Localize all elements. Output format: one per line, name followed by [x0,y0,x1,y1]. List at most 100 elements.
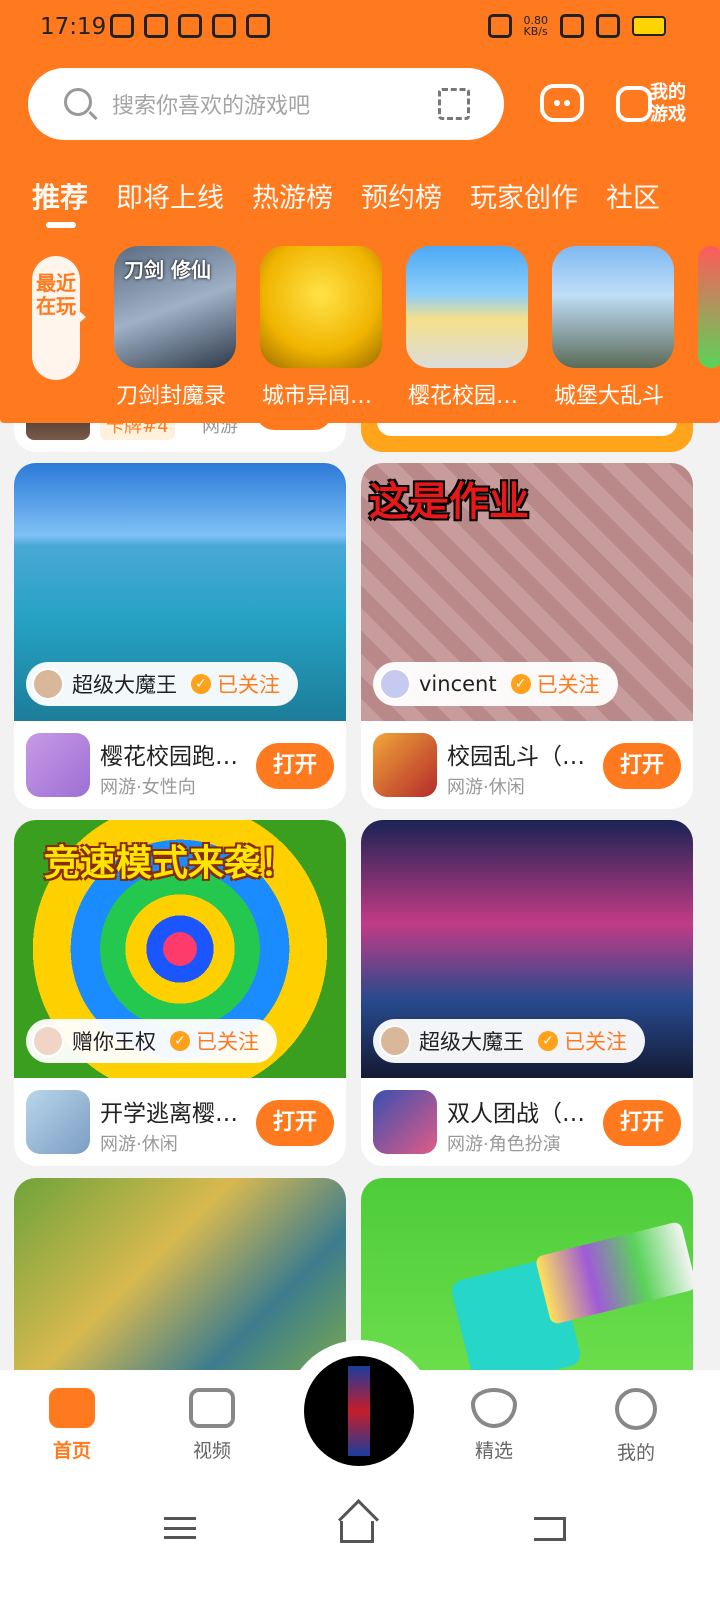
search-placeholder: 搜索你喜欢的游戏吧 [112,94,311,119]
avatar [379,1025,411,1057]
recently-played-list: 刀剑 修仙 刀剑封魔录 城市异闻… 樱花校园… 城堡大乱斗 [114,246,720,410]
heart-icon [471,1388,517,1428]
game-thumbnail [552,246,674,368]
game-tags: 网游·休闲 [100,1134,178,1155]
menu-icon[interactable] [164,1517,196,1539]
recent-game-name: 刀剑封魔录 [116,384,227,409]
recent-game-name: 城堡大乱斗 [554,384,665,409]
recent-game[interactable]: 樱花校园… [406,246,552,410]
system-nav-bar [0,1495,720,1565]
status-notification-icons [110,14,270,38]
game-info: 樱花校园跑… 网游·女性向 打开 [14,721,346,809]
recent-game[interactable]: 城堡大乱斗 [552,246,698,410]
game-name: 双人团战（… [447,1101,585,1127]
thumbnail-text: 刀剑 修仙 [124,258,211,282]
nav-video-label: 视频 [192,1440,231,1462]
nav-video[interactable]: 视频 [162,1388,262,1463]
tab-upcoming[interactable]: 即将上线 [116,176,224,216]
music-icon [246,14,270,38]
nav-profile[interactable]: 我的 [586,1388,686,1465]
character-figure [348,1366,370,1456]
video-card[interactable]: 这是作业 vincent ✓ 已关注 校园乱斗（… 网游·休闲 打开 [361,463,693,809]
game-thumbnail [406,246,528,368]
game-icon [26,1090,90,1154]
recent-game[interactable]: 城市异闻… [260,246,406,410]
uploader-name: vincent [419,672,497,696]
category-tabs: 推荐 即将上线 热游榜 预约榜 玩家创作 社区 [32,176,688,216]
search-icon [64,88,92,116]
tab-player-creation[interactable]: 玩家创作 [470,176,578,216]
uploader-name: 超级大魔王 [419,1030,524,1054]
open-button[interactable]: 打开 [256,743,334,789]
status-time: 17:19 [40,14,107,40]
recent-game-name: 樱花校园… [408,384,519,409]
avatar [32,668,64,700]
my-games-button[interactable]: 我的游戏 [616,80,692,130]
video-card[interactable]: 超级大魔王 ✓ 已关注 双人团战（… 网游·角色扮演 打开 [361,820,693,1166]
uploader-name: 超级大魔王 [72,673,177,697]
nav-home-label: 首页 [52,1440,91,1462]
open-button[interactable]: 打开 [256,1100,334,1146]
game-icon [373,733,437,797]
open-button[interactable]: 打开 [603,743,681,789]
gamepad-icon [49,1388,95,1428]
home-icon[interactable] [340,1521,374,1543]
tab-community[interactable]: 社区 [606,176,660,216]
uploader-chip[interactable]: vincent ✓ 已关注 [373,662,618,706]
cover-caption: 竞速模式来袭！ [44,843,297,884]
nav-featured[interactable]: 精选 [444,1388,544,1463]
game-info: 校园乱斗（… 网游·休闲 打开 [361,721,693,809]
follow-status[interactable]: ✓ 已关注 [170,1026,259,1056]
uploader-chip[interactable]: 超级大魔王 ✓ 已关注 [26,662,298,706]
nav-profile-label: 我的 [616,1442,655,1464]
battery-icon [632,16,666,36]
game-thumbnail [260,246,382,368]
recent-game[interactable] [698,246,720,410]
game-tags: 网游·休闲 [447,777,525,798]
game-icon [26,733,90,797]
sim-icon [560,14,584,38]
tab-reservation-list[interactable]: 预约榜 [361,176,442,216]
tab-recommend[interactable]: 推荐 [32,176,88,216]
wifi-icon [596,14,620,38]
open-button[interactable]: 打开 [603,1100,681,1146]
my-games-label: 我的游戏 [650,82,686,125]
nav-featured-label: 精选 [474,1440,513,1462]
video-card[interactable]: 超级大魔王 ✓ 已关注 樱花校园跑… 网游·女性向 打开 [14,463,346,809]
check-icon: ✓ [510,674,531,694]
back-icon[interactable] [534,1517,566,1541]
game-name: 樱花校园跑… [100,744,238,770]
nav-home[interactable]: 首页 [22,1388,122,1463]
tab-hot-list[interactable]: 热游榜 [252,176,333,216]
header: 17:19 0.80 KB/s 搜索你喜欢的游戏吧 我的游戏 推荐 即将上线 热游… [0,0,720,423]
game-icon [373,1090,437,1154]
check-icon: ✓ [170,1031,190,1051]
follow-status[interactable]: ✓ 已关注 [191,669,280,699]
recent-game-name: 城市异闻… [262,384,373,409]
cover-caption: 这是作业 [369,479,529,525]
play-icon [189,1388,235,1428]
game-name: 开学逃离樱… [100,1101,238,1127]
uploader-chip[interactable]: 超级大魔王 ✓ 已关注 [373,1019,645,1063]
check-icon: ✓ [538,1031,558,1051]
link-icon [212,14,236,38]
search-bar[interactable]: 搜索你喜欢的游戏吧 [28,68,504,140]
message-icon[interactable] [540,84,584,122]
check-icon: ✓ [191,674,211,694]
recent-game[interactable]: 刀剑 修仙 刀剑封魔录 [114,246,260,410]
network-speed: 0.80 KB/s [523,14,549,38]
avatar [32,1025,64,1057]
center-character-button[interactable] [304,1356,414,1466]
mute-icon [487,14,512,38]
scan-icon[interactable] [438,88,470,120]
video-card[interactable]: 竞速模式来袭！ 赠你王权 ✓ 已关注 开学逃离樱… 网游·休闲 打开 [14,820,346,1166]
uploader-chip[interactable]: 赠你王权 ✓ 已关注 [26,1019,277,1063]
video-cover[interactable] [14,1178,346,1398]
follow-status[interactable]: ✓ 已关注 [510,669,600,699]
game-name: 校园乱斗（… [447,744,585,770]
video-card[interactable] [14,1178,346,1398]
face-icon [615,1388,657,1430]
game-info: 双人团战（… 网游·角色扮演 打开 [361,1078,693,1166]
recently-played-label: 最近在玩 [32,256,86,380]
follow-status[interactable]: ✓ 已关注 [538,1026,627,1056]
